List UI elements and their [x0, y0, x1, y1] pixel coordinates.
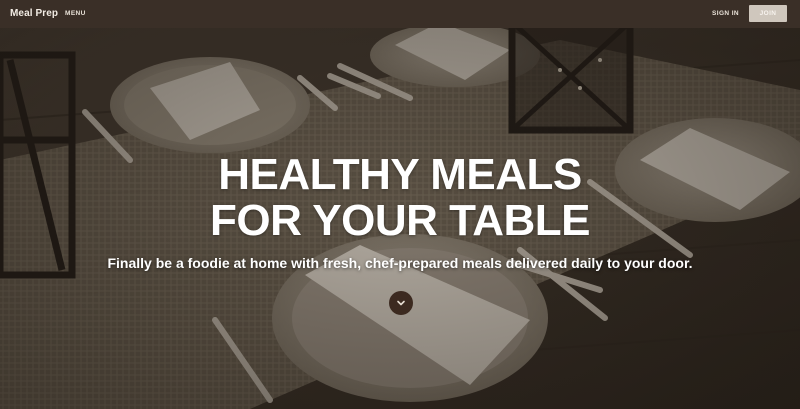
chevron-down-icon	[397, 300, 405, 306]
join-button[interactable]: JOIN	[749, 5, 787, 22]
hero-subheading: Finally be a foodie at home with fresh, …	[107, 255, 693, 271]
top-navigation-bar: Meal Prep MENU SIGN IN JOIN	[0, 0, 800, 28]
menu-link[interactable]: MENU	[65, 10, 86, 17]
scroll-down-button[interactable]	[389, 291, 413, 315]
hero-headline-line-2: FOR YOUR TABLE	[209, 196, 591, 245]
brand-logo[interactable]: Meal Prep	[10, 8, 58, 19]
hero-headline: HEALTHY MEALS FOR YOUR TABLE	[0, 152, 800, 244]
hero-headline-line-1: HEALTHY MEALS	[218, 150, 582, 199]
sign-in-link[interactable]: SIGN IN	[712, 10, 739, 17]
